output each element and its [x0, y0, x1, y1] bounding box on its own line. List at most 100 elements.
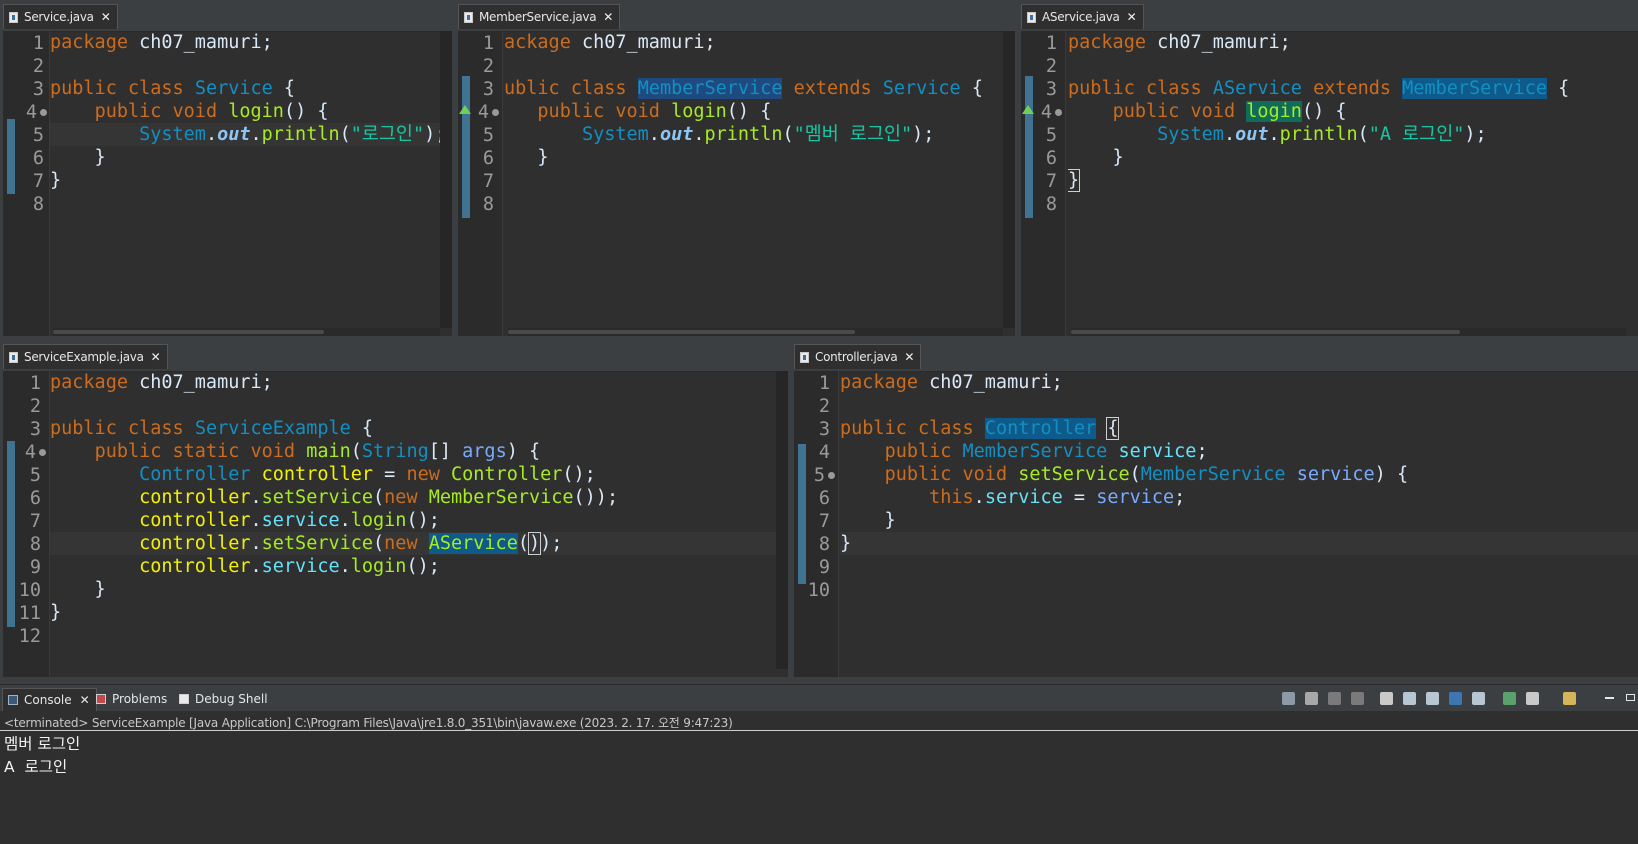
change-marker	[7, 119, 15, 194]
override-icon[interactable]	[459, 105, 471, 114]
tab-problems[interactable]: Problems	[96, 688, 167, 710]
line-number: 5	[482, 125, 494, 146]
overview-ruler	[458, 31, 472, 336]
console-output-line: 멤버 로그인	[4, 735, 81, 753]
tab-debug-shell[interactable]: Debug Shell	[179, 688, 268, 710]
fold-icon[interactable]	[39, 449, 46, 456]
console-output-line: A 로그인	[4, 758, 68, 776]
code-line: public static void main(String[] args) {	[94, 441, 541, 462]
remove-all-icon[interactable]	[1328, 692, 1341, 705]
horizontal-scrollbar[interactable]	[53, 328, 440, 336]
close-icon[interactable]: ✕	[904, 350, 914, 364]
line-number: 8	[29, 534, 41, 555]
code-area[interactable]: package ch07_mamuri; public class Contro…	[840, 371, 1638, 677]
line-number: 4	[477, 102, 489, 123]
code-line: }	[1068, 147, 1124, 168]
line-number: 6	[818, 488, 830, 509]
code-line: public void login() {	[1112, 101, 1347, 122]
code-line: ublic class MemberService extends Servic…	[504, 78, 983, 99]
vertical-scrollbar[interactable]	[440, 31, 452, 328]
terminate-icon[interactable]	[1305, 692, 1318, 705]
minimize-icon[interactable]	[1605, 697, 1614, 699]
line-number: 3	[29, 419, 41, 440]
vertical-scrollbar[interactable]	[776, 371, 788, 669]
tab-label: MemberService.java	[479, 10, 597, 24]
overview-ruler	[794, 371, 808, 677]
remove-launch-icon[interactable]	[1282, 692, 1295, 705]
fold-icon[interactable]	[40, 109, 47, 116]
line-number: 5	[813, 465, 825, 486]
tab-label: Service.java	[24, 10, 94, 24]
code-area[interactable]: package ch07_mamuri; public class Servic…	[50, 31, 440, 336]
line-number: 5	[32, 125, 44, 146]
overview-ruler	[1021, 31, 1035, 336]
line-number: 6	[482, 148, 494, 169]
line-number: 12	[18, 626, 41, 647]
line-number-gutter: 1 2 3 4 5 6 7 8 9 10	[808, 371, 839, 677]
editor-member-service: MemberService.java ✕ 1 2 3 4 5 6 7 8 ack…	[458, 1, 1015, 336]
fold-icon[interactable]	[492, 109, 499, 116]
editor-controller: Controller.java ✕ 1 2 3 4 5 6 7 8 9 10 p…	[794, 341, 1638, 677]
tab-controller-java[interactable]: Controller.java ✕	[794, 344, 922, 369]
line-number: 1	[818, 373, 830, 394]
close-icon[interactable]: ✕	[151, 350, 161, 364]
scroll-lock-icon[interactable]	[1403, 692, 1416, 705]
close-icon[interactable]: ✕	[101, 10, 111, 24]
code-area[interactable]: ackage ch07_mamuri; ublic class MemberSe…	[504, 31, 1003, 336]
override-icon[interactable]	[1022, 105, 1034, 114]
console-icon	[8, 695, 18, 705]
editor-tabbar: AService.java ✕	[1021, 1, 1638, 32]
tab-service-java[interactable]: Service.java ✕	[3, 4, 118, 29]
remove-terminated-icon[interactable]	[1351, 692, 1364, 705]
horizontal-scrollbar[interactable]	[508, 328, 1003, 336]
line-number: 9	[818, 557, 830, 578]
editor-service: Service.java ✕ 1 2 3 4 5 6 7 8 package c…	[3, 1, 452, 336]
line-number-gutter: 1 2 3 4 5 6 7 8 9 10 11 12	[17, 371, 50, 677]
code-line: package ch07_mamuri;	[840, 372, 1063, 393]
fold-icon[interactable]	[828, 472, 835, 479]
close-icon[interactable]: ✕	[80, 693, 90, 707]
console-output[interactable]: <terminated> ServiceExample [Java Applic…	[0, 711, 1638, 844]
line-number: 1	[29, 373, 41, 394]
code-line: package ch07_mamuri;	[1068, 32, 1291, 53]
display-console-icon[interactable]	[1526, 692, 1539, 705]
code-line: public void login() {	[537, 101, 772, 122]
code-area[interactable]: package ch07_mamuri; public class AServi…	[1068, 31, 1638, 336]
line-number: 5	[1045, 125, 1057, 146]
tab-label: Debug Shell	[195, 692, 268, 706]
pin-console-icon[interactable]	[1503, 692, 1516, 705]
line-number: 3	[1045, 79, 1057, 100]
tab-member-service-java[interactable]: MemberService.java ✕	[458, 4, 621, 29]
java-file-icon	[464, 11, 473, 23]
horizontal-scrollbar[interactable]	[1071, 328, 1626, 336]
line-number-gutter: 1 2 3 4 5 6 7 8	[472, 31, 503, 336]
clear-console-icon[interactable]	[1380, 692, 1393, 705]
close-icon[interactable]: ✕	[1127, 10, 1137, 24]
line-number: 2	[1045, 56, 1057, 77]
line-number: 8	[818, 534, 830, 555]
tab-label: ServiceExample.java	[24, 350, 144, 364]
line-number: 2	[29, 396, 41, 417]
maximize-icon[interactable]	[1626, 694, 1635, 701]
overview-ruler	[3, 371, 17, 677]
line-number: 10	[807, 580, 830, 601]
show-on-stderr-icon[interactable]	[1472, 692, 1485, 705]
show-on-stdout-icon[interactable]	[1449, 692, 1462, 705]
code-area[interactable]: package ch07_mamuri; public class Servic…	[50, 371, 776, 677]
word-wrap-icon[interactable]	[1426, 692, 1439, 705]
tab-service-example-java[interactable]: ServiceExample.java ✕	[3, 344, 168, 369]
open-console-icon[interactable]	[1563, 692, 1576, 705]
line-number: 5	[29, 465, 41, 486]
line-number-gutter: 1 2 3 4 5 6 7 8	[17, 31, 50, 336]
code-line: }	[1068, 169, 1081, 192]
line-number: 6	[29, 488, 41, 509]
tab-aservice-java[interactable]: AService.java ✕	[1021, 4, 1144, 29]
change-marker	[7, 441, 15, 627]
tab-console[interactable]: Console ✕	[2, 688, 97, 711]
fold-icon[interactable]	[1055, 109, 1062, 116]
vertical-scrollbar[interactable]	[1003, 31, 1015, 328]
code-line: controller.setService(new AService());	[50, 532, 776, 555]
close-icon[interactable]: ✕	[603, 10, 613, 24]
line-number: 2	[482, 56, 494, 77]
java-file-icon	[9, 351, 18, 363]
